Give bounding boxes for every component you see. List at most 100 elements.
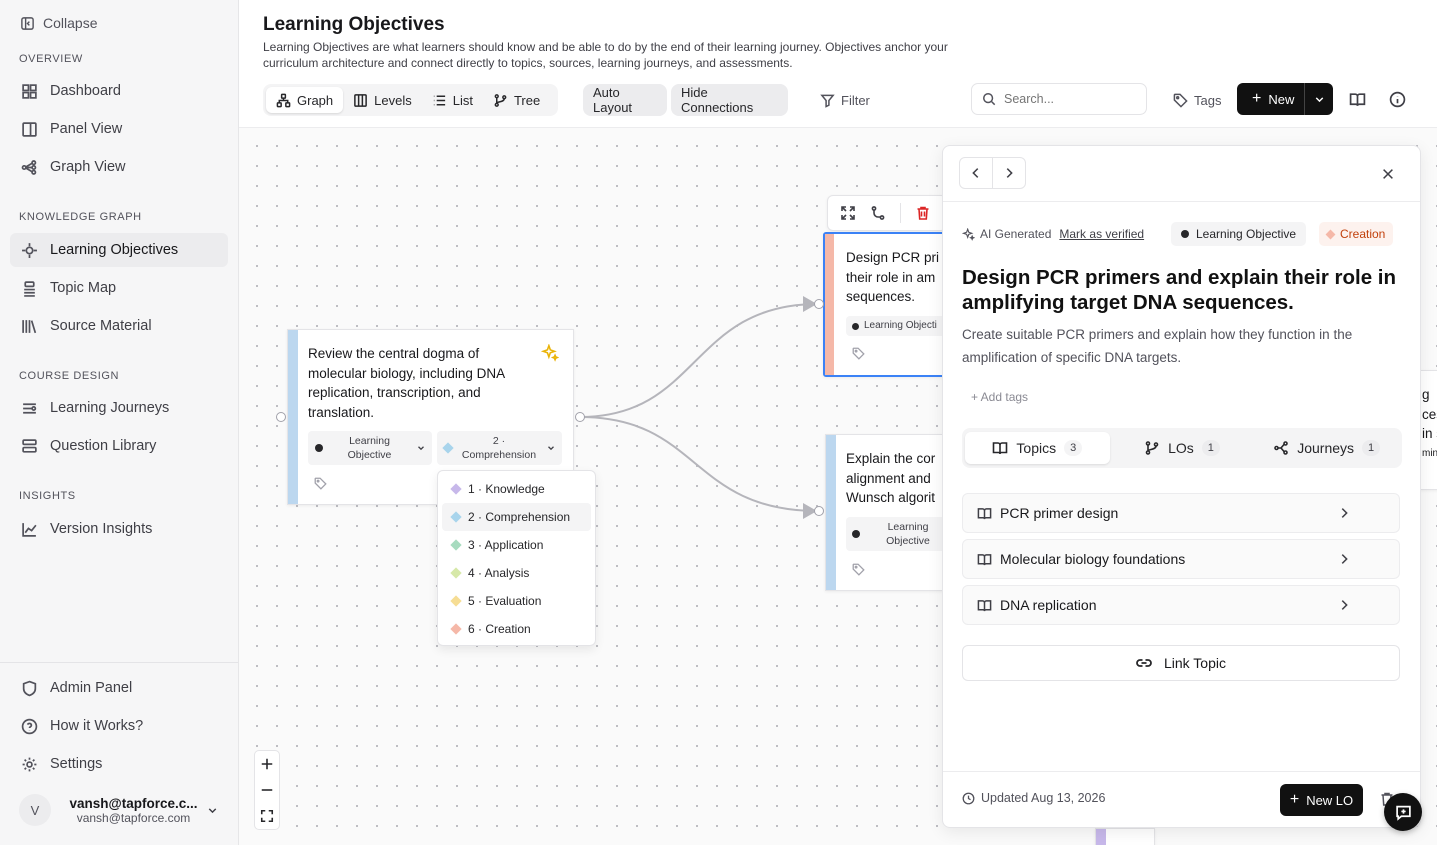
tab-count: 1 (1362, 440, 1381, 456)
tag-icon[interactable] (852, 347, 865, 360)
zoom-in-icon[interactable] (260, 757, 274, 771)
new-lo-button[interactable]: + New LO (1280, 784, 1363, 816)
level-option-knowledge[interactable]: 1 · Knowledge (442, 475, 591, 503)
type-dot (315, 444, 323, 452)
next-button[interactable] (993, 158, 1025, 188)
type-select-value: Learning Objective (347, 435, 392, 461)
lo-detail-panel: AI Generated Mark as verified Learning O… (942, 145, 1421, 828)
close-button[interactable] (1379, 165, 1397, 183)
level-option-comprehension[interactable]: 2 · Comprehension (442, 503, 591, 531)
tab-count: 1 (1201, 440, 1220, 456)
type-select[interactable]: Learning Objective (846, 517, 956, 551)
lo-description[interactable]: Create suitable PCR primers and explain … (962, 323, 1402, 369)
node-input-handle[interactable] (814, 506, 824, 516)
zoom-out-icon[interactable] (260, 783, 274, 797)
node-toolbar (827, 195, 947, 231)
node-fragment-line: min (1422, 447, 1437, 459)
panel-divider (943, 771, 1420, 772)
lo-node-explain-alignment[interactable]: Explain the cor alignment and Wunsch alg… (825, 434, 956, 591)
tab-topics[interactable]: Topics 3 (965, 432, 1110, 464)
level-option-label: 3 · Application (468, 538, 544, 552)
link-topic-button[interactable]: Link Topic (962, 645, 1400, 681)
route-icon (1274, 441, 1289, 455)
relation-tabs: Topics 3 LOs 1 Journeys 1 (962, 428, 1402, 468)
tab-journeys[interactable]: Journeys 1 (1254, 432, 1399, 464)
lo-title[interactable]: Design PCR primers and explain their rol… (962, 265, 1402, 315)
prev-button[interactable] (960, 158, 993, 188)
sparkles-icon (962, 227, 975, 241)
level-diamond (450, 539, 462, 551)
level-diamond (450, 623, 462, 635)
edge-main-to-design (579, 303, 819, 418)
node-fragment-line: in s (1422, 426, 1437, 441)
tab-los[interactable]: LOs 1 (1110, 432, 1255, 464)
level-option-label: 1 · Knowledge (468, 482, 545, 496)
node-fragment: g ces in s min (1422, 385, 1437, 463)
plus-icon: + (1289, 791, 1300, 808)
level-option-label: 5 · Evaluation (468, 594, 542, 608)
level-option-creation[interactable]: 6 · Creation (442, 615, 591, 643)
edge-main-to-explain (579, 416, 819, 512)
node-output-handle[interactable] (575, 412, 585, 422)
level-select-value: 2 · Comprehension (461, 435, 537, 461)
topic-row[interactable]: DNA replication (962, 585, 1400, 625)
fit-view-icon[interactable] (260, 809, 274, 823)
level-option-application[interactable]: 3 · Application (442, 531, 591, 559)
level-option-label: 6 · Creation (468, 622, 531, 636)
type-dot (852, 322, 859, 330)
topic-row[interactable]: PCR primer design (962, 493, 1400, 533)
type-pill: Learning Objective (1171, 222, 1307, 246)
level-option-evaluation[interactable]: 5 · Evaluation (442, 587, 591, 615)
level-color-bar (1096, 829, 1106, 845)
lo-node-partial-right[interactable]: g ces in s min (1419, 370, 1437, 490)
chevron-right-icon (1341, 600, 1348, 610)
topic-label: DNA replication (1000, 597, 1097, 613)
mark-verified-link[interactable]: Mark as verified (1059, 227, 1144, 241)
add-tags-button[interactable]: + Add tags (971, 390, 1028, 404)
new-lo-label: New LO (1306, 792, 1354, 808)
level-select[interactable]: 2 · Comprehension (437, 431, 562, 465)
node-input-handle[interactable] (276, 412, 286, 422)
tab-label: Journeys (1297, 440, 1355, 456)
level-option-analysis[interactable]: 4 · Analysis (442, 559, 591, 587)
tag-icon[interactable] (314, 477, 327, 490)
level-color-bar (825, 234, 834, 375)
type-select[interactable]: Learning Objective (308, 431, 432, 465)
type-dot (852, 530, 860, 538)
panel-divider (943, 201, 1420, 202)
node-title: Design PCR pri their role in am sequence… (846, 250, 940, 304)
link-icon (1136, 659, 1152, 667)
ai-generated-label: AI Generated (980, 227, 1052, 241)
book-open-icon (993, 442, 1008, 455)
chevron-down-icon (548, 446, 554, 451)
expand-icon[interactable] (840, 205, 856, 221)
chevron-right-icon (1006, 168, 1013, 178)
level-color-bar (288, 330, 298, 504)
level-diamond (450, 595, 462, 607)
node-fragment-line: ces (1422, 406, 1437, 422)
lo-node-design-pcr[interactable]: Design PCR pri their role in am sequence… (823, 232, 956, 377)
level-diamond (450, 483, 462, 495)
level-option-label: 2 · Comprehension (468, 510, 571, 524)
level-diamond (450, 567, 462, 579)
chevron-down-icon (418, 446, 424, 451)
type-select[interactable]: Learning Objecti (846, 316, 956, 336)
lo-node-partial-bottom[interactable] (1095, 828, 1155, 845)
close-icon (1383, 169, 1393, 179)
level-diamond (450, 511, 462, 523)
chevron-right-icon (1341, 554, 1348, 564)
chevron-left-icon (972, 168, 979, 178)
tag-icon[interactable] (852, 563, 865, 576)
tab-count: 3 (1064, 440, 1083, 456)
level-pill[interactable]: Creation (1319, 222, 1394, 246)
type-dot (1181, 230, 1189, 238)
chat-button[interactable] (1384, 793, 1422, 831)
connect-icon[interactable] (870, 205, 886, 221)
level-option-label: 4 · Analysis (468, 566, 530, 580)
zoom-controls (254, 750, 280, 830)
node-input-handle[interactable] (814, 299, 824, 309)
topic-row[interactable]: Molecular biology foundations (962, 539, 1400, 579)
ai-meta: AI Generated Mark as verified (962, 223, 1144, 245)
trash-icon[interactable] (915, 205, 931, 221)
level-dropdown-menu: 1 · Knowledge 2 · Comprehension 3 · Appl… (437, 470, 596, 646)
